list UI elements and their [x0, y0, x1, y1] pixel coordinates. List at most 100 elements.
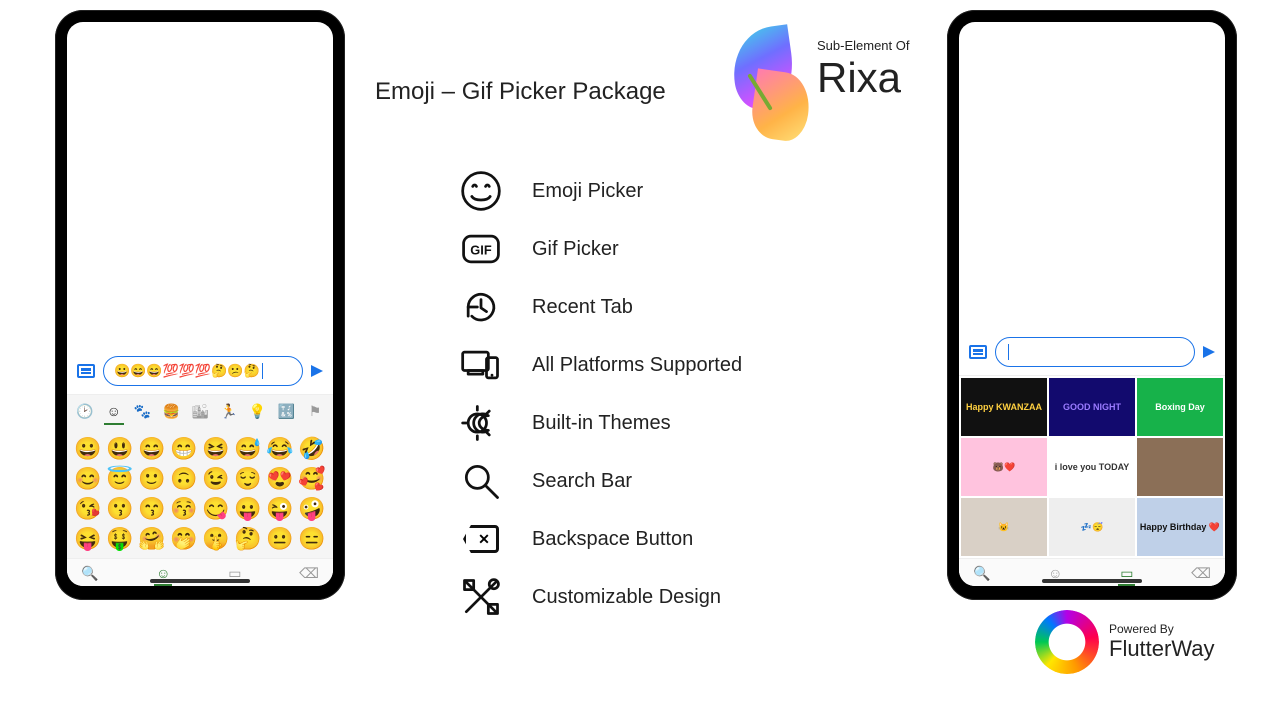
- keyboard-toggle-icon[interactable]: [969, 345, 987, 359]
- emoji-cell[interactable]: 😀: [73, 436, 103, 462]
- emoji-cell[interactable]: 😙: [137, 496, 167, 522]
- page-title: Emoji – Gif Picker Package: [375, 78, 666, 106]
- feature-label: Backspace Button: [532, 528, 693, 551]
- message-input[interactable]: 😀😄😄💯💯💯🤔😕🤔: [103, 356, 303, 386]
- gif-tile[interactable]: 😺: [961, 498, 1047, 556]
- emoji-cell[interactable]: 😑: [297, 526, 327, 552]
- emoji-cell[interactable]: 😜: [265, 496, 295, 522]
- recent-icon[interactable]: 🕑: [75, 403, 95, 420]
- emoji-cell[interactable]: 🤣: [297, 436, 327, 462]
- gif-icon: GIF: [458, 226, 504, 272]
- emoji-cell[interactable]: 😗: [105, 496, 135, 522]
- emoji-cell[interactable]: 🤗: [137, 526, 167, 552]
- gif-tile[interactable]: 💤😴: [1049, 498, 1135, 556]
- emoji-cell[interactable]: 🤫: [201, 526, 231, 552]
- keyboard-toggle-icon[interactable]: [77, 364, 95, 378]
- feature-item: GIFGif Picker: [458, 226, 742, 272]
- emoji-cell[interactable]: 🤑: [105, 526, 135, 552]
- feature-item: Emoji Picker: [458, 168, 742, 214]
- emoji-cell[interactable]: 😇: [105, 466, 135, 492]
- history-icon: [458, 284, 504, 330]
- flags-icon[interactable]: ⚑: [305, 403, 325, 420]
- send-button[interactable]: [1203, 346, 1215, 358]
- phone-gif-mock: Happy KWANZAAGOOD NIGHTBoxing Day 🐻❤️i lo…: [947, 10, 1237, 600]
- gif-tile[interactable]: 🐻❤️: [961, 438, 1047, 496]
- animals-icon[interactable]: 🐾: [133, 403, 153, 420]
- feature-item: ✕ Backspace Button: [458, 516, 742, 562]
- emoji-cell[interactable]: 🤭: [169, 526, 199, 552]
- message-input[interactable]: [995, 337, 1195, 367]
- emoji-cell[interactable]: 😋: [201, 496, 231, 522]
- send-button[interactable]: [311, 365, 323, 377]
- feature-item: Search Bar: [458, 458, 742, 504]
- gif-tile[interactable]: Boxing Day: [1137, 378, 1223, 436]
- emoji-cell[interactable]: 😍: [265, 466, 295, 492]
- emoji-cell[interactable]: 😝: [73, 526, 103, 552]
- feature-label: All Platforms Supported: [532, 354, 742, 377]
- brand-sub-label: Sub-Element Of: [817, 38, 910, 53]
- symbols-icon[interactable]: 🔣: [276, 403, 296, 420]
- emoji-cell[interactable]: 😘: [73, 496, 103, 522]
- feature-item: Recent Tab: [458, 284, 742, 330]
- gif-tile[interactable]: GOOD NIGHT: [1049, 378, 1135, 436]
- emoji-cell[interactable]: 😃: [105, 436, 135, 462]
- home-indicator: [150, 579, 250, 583]
- feature-label: Built-in Themes: [532, 412, 671, 435]
- backspace-icon[interactable]: ⌫: [1191, 565, 1211, 582]
- objects-icon[interactable]: 💡: [248, 403, 268, 420]
- emoji-cell[interactable]: 😊: [73, 466, 103, 492]
- smileys-icon[interactable]: ☺: [104, 403, 124, 420]
- emoji-cell[interactable]: 😂: [265, 436, 295, 462]
- feature-label: Customizable Design: [532, 586, 721, 609]
- backspace-icon: ✕: [458, 516, 504, 562]
- emoji-grid: 😀😃😄😁😆😅😂🤣 😊😇🙂🙃😉😌😍🥰 😘😗😙😚😋😛😜🤪 😝🤑🤗🤭🤫🤔😐😑: [67, 426, 333, 558]
- food-icon[interactable]: 🍔: [161, 403, 181, 420]
- emoji-cell[interactable]: 😉: [201, 466, 231, 492]
- search-icon[interactable]: 🔍: [81, 565, 98, 582]
- activity-icon[interactable]: 🏃: [219, 403, 239, 420]
- smile-icon: [458, 168, 504, 214]
- flutterway-logo-icon: [1035, 610, 1099, 674]
- gif-tile[interactable]: i love you TODAY: [1049, 438, 1135, 496]
- feature-list: Emoji Picker GIFGif Picker Recent Tab All P…: [458, 168, 742, 620]
- emoji-cell[interactable]: 🥰: [297, 466, 327, 492]
- design-icon: [458, 574, 504, 620]
- brand-block: Sub-Element Of Rixa: [725, 28, 910, 158]
- footer-brand: Powered By FlutterWay: [1035, 610, 1215, 674]
- gif-tile[interactable]: Happy KWANZAA: [961, 378, 1047, 436]
- feature-label: Emoji Picker: [532, 180, 643, 203]
- emoji-cell[interactable]: 😄: [137, 436, 167, 462]
- footer-sub-label: Powered By: [1109, 622, 1215, 636]
- brand-name: Rixa: [817, 57, 910, 99]
- gif-grid: Happy KWANZAAGOOD NIGHTBoxing Day 🐻❤️i lo…: [959, 376, 1225, 558]
- gif-tile[interactable]: [1137, 438, 1223, 496]
- search-icon[interactable]: 🔍: [973, 565, 990, 582]
- feature-item: All Platforms Supported: [458, 342, 742, 388]
- emoji-cell[interactable]: 😆: [201, 436, 231, 462]
- emoji-cell[interactable]: 🤔: [233, 526, 263, 552]
- emoji-cell[interactable]: 😛: [233, 496, 263, 522]
- emoji-cell[interactable]: 🙃: [169, 466, 199, 492]
- butterfly-logo-icon: [725, 28, 809, 158]
- emoji-cell[interactable]: 😁: [169, 436, 199, 462]
- travel-icon[interactable]: 🏙: [190, 403, 210, 420]
- emoji-cell[interactable]: 😅: [233, 436, 263, 462]
- footer-brand-name: FlutterWay: [1109, 636, 1215, 662]
- emoji-cell[interactable]: 😚: [169, 496, 199, 522]
- emoji-cell[interactable]: 😐: [265, 526, 295, 552]
- phone-emoji-mock: 😀😄😄💯💯💯🤔😕🤔 🕑 ☺ 🐾 🍔 🏙 🏃 💡 🔣 ⚑ 😀😃😄😁😆😅😂🤣 😊😇🙂🙃😉😌😍🥰 😘😗😙😚…: [55, 10, 345, 600]
- emoji-category-tabs: 🕑 ☺ 🐾 🍔 🏙 🏃 💡 🔣 ⚑: [67, 395, 333, 426]
- message-input-value: 😀😄😄💯💯💯🤔😕🤔: [114, 363, 260, 379]
- emoji-cell[interactable]: 😌: [233, 466, 263, 492]
- devices-icon: [458, 342, 504, 388]
- gif-tile[interactable]: Happy Birthday ❤️: [1137, 498, 1223, 556]
- message-input-row: 😀😄😄💯💯💯🤔😕🤔: [67, 350, 333, 395]
- feature-item: Customizable Design: [458, 574, 742, 620]
- emoji-cell[interactable]: 🤪: [297, 496, 327, 522]
- search-icon: [458, 458, 504, 504]
- theme-icon: [458, 400, 504, 446]
- svg-text:GIF: GIF: [470, 243, 492, 258]
- backspace-icon[interactable]: ⌫: [299, 565, 319, 582]
- emoji-cell[interactable]: 🙂: [137, 466, 167, 492]
- feature-item: Built-in Themes: [458, 400, 742, 446]
